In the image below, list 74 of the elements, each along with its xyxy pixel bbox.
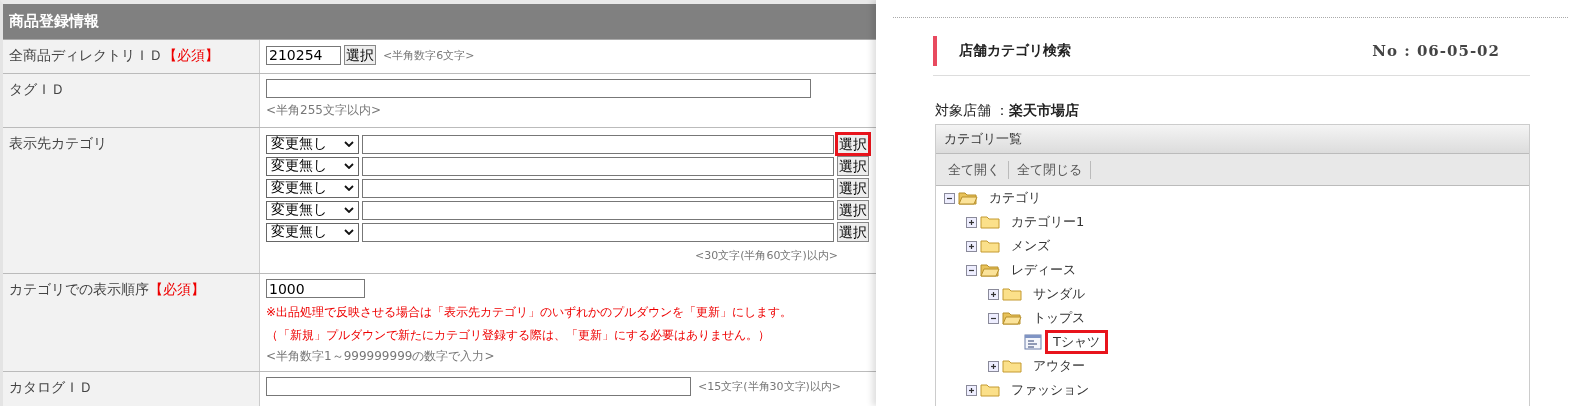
dropdown[interactable]: 変更無し <box>266 156 359 176</box>
tree-item[interactable]: カテゴリー1 <box>1003 210 1093 234</box>
collapse-icon[interactable] <box>944 192 955 204</box>
select-button[interactable]: 選択 <box>837 222 869 242</box>
store-label: 対象店舗 ： <box>935 102 1010 118</box>
screen-number: No : 06-05-02 <box>1372 41 1500 60</box>
folder-icon <box>1002 358 1022 374</box>
toolbar-button[interactable]: 全て閉じる <box>1009 160 1091 179</box>
input-field[interactable] <box>362 134 834 154</box>
select-button[interactable]: 選択 <box>835 132 871 156</box>
input-field[interactable] <box>362 200 834 220</box>
tree-item[interactable]: Tシャツ <box>1045 330 1108 354</box>
chevron-icon <box>344 185 354 191</box>
dropdown[interactable]: 変更無し <box>266 222 359 242</box>
hint-text: <半角数字6文字> <box>383 47 475 63</box>
accent-bar <box>933 35 937 66</box>
required-mark: 【必須】 <box>149 281 205 297</box>
input-field[interactable] <box>362 222 834 242</box>
expand-icon[interactable] <box>966 216 977 228</box>
input-field[interactable] <box>266 79 811 98</box>
store-name: 楽天市場店 <box>1009 102 1080 118</box>
chevron-icon <box>344 207 354 213</box>
field-label: タグＩＤ <box>9 81 65 97</box>
input-field[interactable] <box>266 377 691 396</box>
collapse-icon[interactable] <box>966 264 977 276</box>
expand-icon[interactable] <box>988 288 999 300</box>
list-icon <box>1024 334 1042 350</box>
dropdown[interactable]: 変更無し <box>266 178 359 198</box>
warning-note: （「新規」プルダウンで新たにカテゴリ登録する際は、「更新」にする必要はありません。） <box>266 327 771 344</box>
field-label: カタログＩＤ <box>9 379 93 395</box>
folder-icon <box>980 238 1000 254</box>
input-field[interactable] <box>362 178 834 198</box>
chevron-icon <box>344 163 354 169</box>
dropdown[interactable]: 変更無し <box>266 134 359 154</box>
expand-icon[interactable] <box>966 240 977 252</box>
select-button[interactable]: 選択 <box>837 156 869 176</box>
input-field[interactable]: 210254 <box>266 45 341 65</box>
expand-icon[interactable] <box>966 384 977 396</box>
open-folder-icon <box>958 190 978 206</box>
folder-icon <box>1002 286 1022 302</box>
hint-text: <半角255文字以内> <box>266 102 382 119</box>
input-field[interactable]: 1000 <box>266 279 365 298</box>
tree-item[interactable]: サンダル <box>1025 282 1093 306</box>
folder-icon <box>980 214 1000 230</box>
folder-icon <box>980 382 1000 398</box>
tree-item[interactable]: トップス <box>1025 306 1093 330</box>
field-label: 全商品ディレクトリＩＤ <box>9 47 163 63</box>
select-button[interactable]: 選択 <box>837 178 869 198</box>
open-folder-icon <box>980 262 1000 278</box>
tree-item[interactable]: カテゴリ <box>981 186 1049 210</box>
collapse-icon[interactable] <box>988 312 999 324</box>
required-mark: 【必須】 <box>163 47 219 63</box>
hint-text: <半角数字1～999999999の数字で入力> <box>266 348 496 365</box>
chevron-icon <box>344 229 354 235</box>
dropdown[interactable]: 変更無し <box>266 200 359 220</box>
tree-item[interactable]: ファッション <box>1003 378 1097 402</box>
tree-item[interactable]: アウター <box>1025 354 1093 378</box>
tree-item[interactable]: レディース <box>1003 258 1084 282</box>
field-label: 表示先カテゴリ <box>9 135 107 151</box>
select-button[interactable]: 選択 <box>837 200 869 220</box>
open-folder-icon <box>1002 310 1022 326</box>
field-label: カテゴリでの表示順序 <box>9 281 149 297</box>
select-button[interactable]: 選択 <box>344 45 376 65</box>
input-field[interactable] <box>362 156 834 176</box>
warning-note: ※出品処理で反映させる場合は「表示先カテゴリ」のいずれかのプルダウンを「更新」にします。 <box>266 304 794 321</box>
hint-text: <15文字(半角30文字)以内> <box>698 379 841 394</box>
hint-text: <30文字(半角60文字)以内> <box>694 248 838 263</box>
toolbar-button[interactable]: 全て開く <box>940 160 1009 179</box>
tree-item[interactable]: メンズ <box>1003 234 1058 258</box>
section-header: 商品登録情報 <box>3 4 876 40</box>
list-header: カテゴリ一覧 <box>936 125 1529 154</box>
expand-icon[interactable] <box>988 360 999 372</box>
panel-title: 店舗カテゴリ検索 <box>959 41 1071 60</box>
chevron-icon <box>344 141 354 147</box>
